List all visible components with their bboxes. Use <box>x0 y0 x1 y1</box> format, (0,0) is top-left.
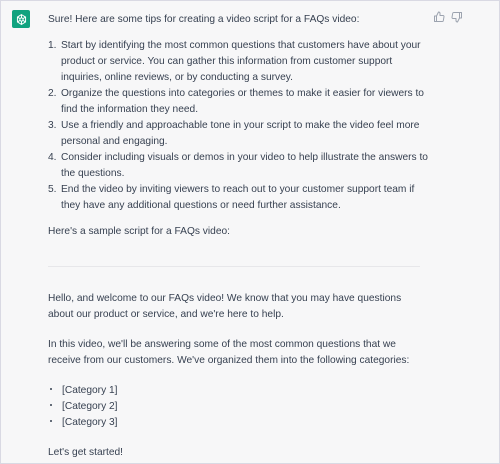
thumbs-up-icon <box>434 11 445 22</box>
thumbs-down-button[interactable] <box>451 11 463 23</box>
tips-list: Start by identifying the most common que… <box>48 38 428 214</box>
chat-message-frame: Sure! Here are some tips for creating a … <box>0 0 500 464</box>
closing-text: Let's get started! <box>48 447 123 458</box>
tip-item: Use a friendly and approachable tone in … <box>48 118 420 147</box>
category-item: [Category 2] <box>48 399 428 415</box>
category-item: [Category 3] <box>48 415 428 431</box>
sample-intro-text: Here's a sample script for a FAQs video: <box>48 226 230 237</box>
openai-logo-icon <box>16 13 26 25</box>
tip-item: Start by identifying the most common que… <box>48 38 421 83</box>
script-paragraph: Hello, and welcome to our FAQs video! We… <box>48 293 402 320</box>
assistant-avatar <box>12 10 30 28</box>
category-item: [Category 1] <box>48 383 428 399</box>
tip-item: Organize the questions into categories o… <box>48 86 424 115</box>
intro-text: Sure! Here are some tips for creating a … <box>48 14 360 25</box>
thumbs-up-button[interactable] <box>433 11 445 23</box>
thumbs-down-icon <box>451 12 462 23</box>
divider <box>48 266 420 267</box>
category-list: [Category 1] [Category 2] [Category 3] <box>48 383 428 431</box>
tip-item: End the video by inviting viewers to rea… <box>48 182 415 211</box>
script-paragraph: In this video, we'll be answering some o… <box>48 339 410 366</box>
message-content: Sure! Here are some tips for creating a … <box>48 12 428 461</box>
feedback-controls <box>433 11 463 23</box>
tip-item: Consider including visuals or demos in y… <box>48 150 428 179</box>
